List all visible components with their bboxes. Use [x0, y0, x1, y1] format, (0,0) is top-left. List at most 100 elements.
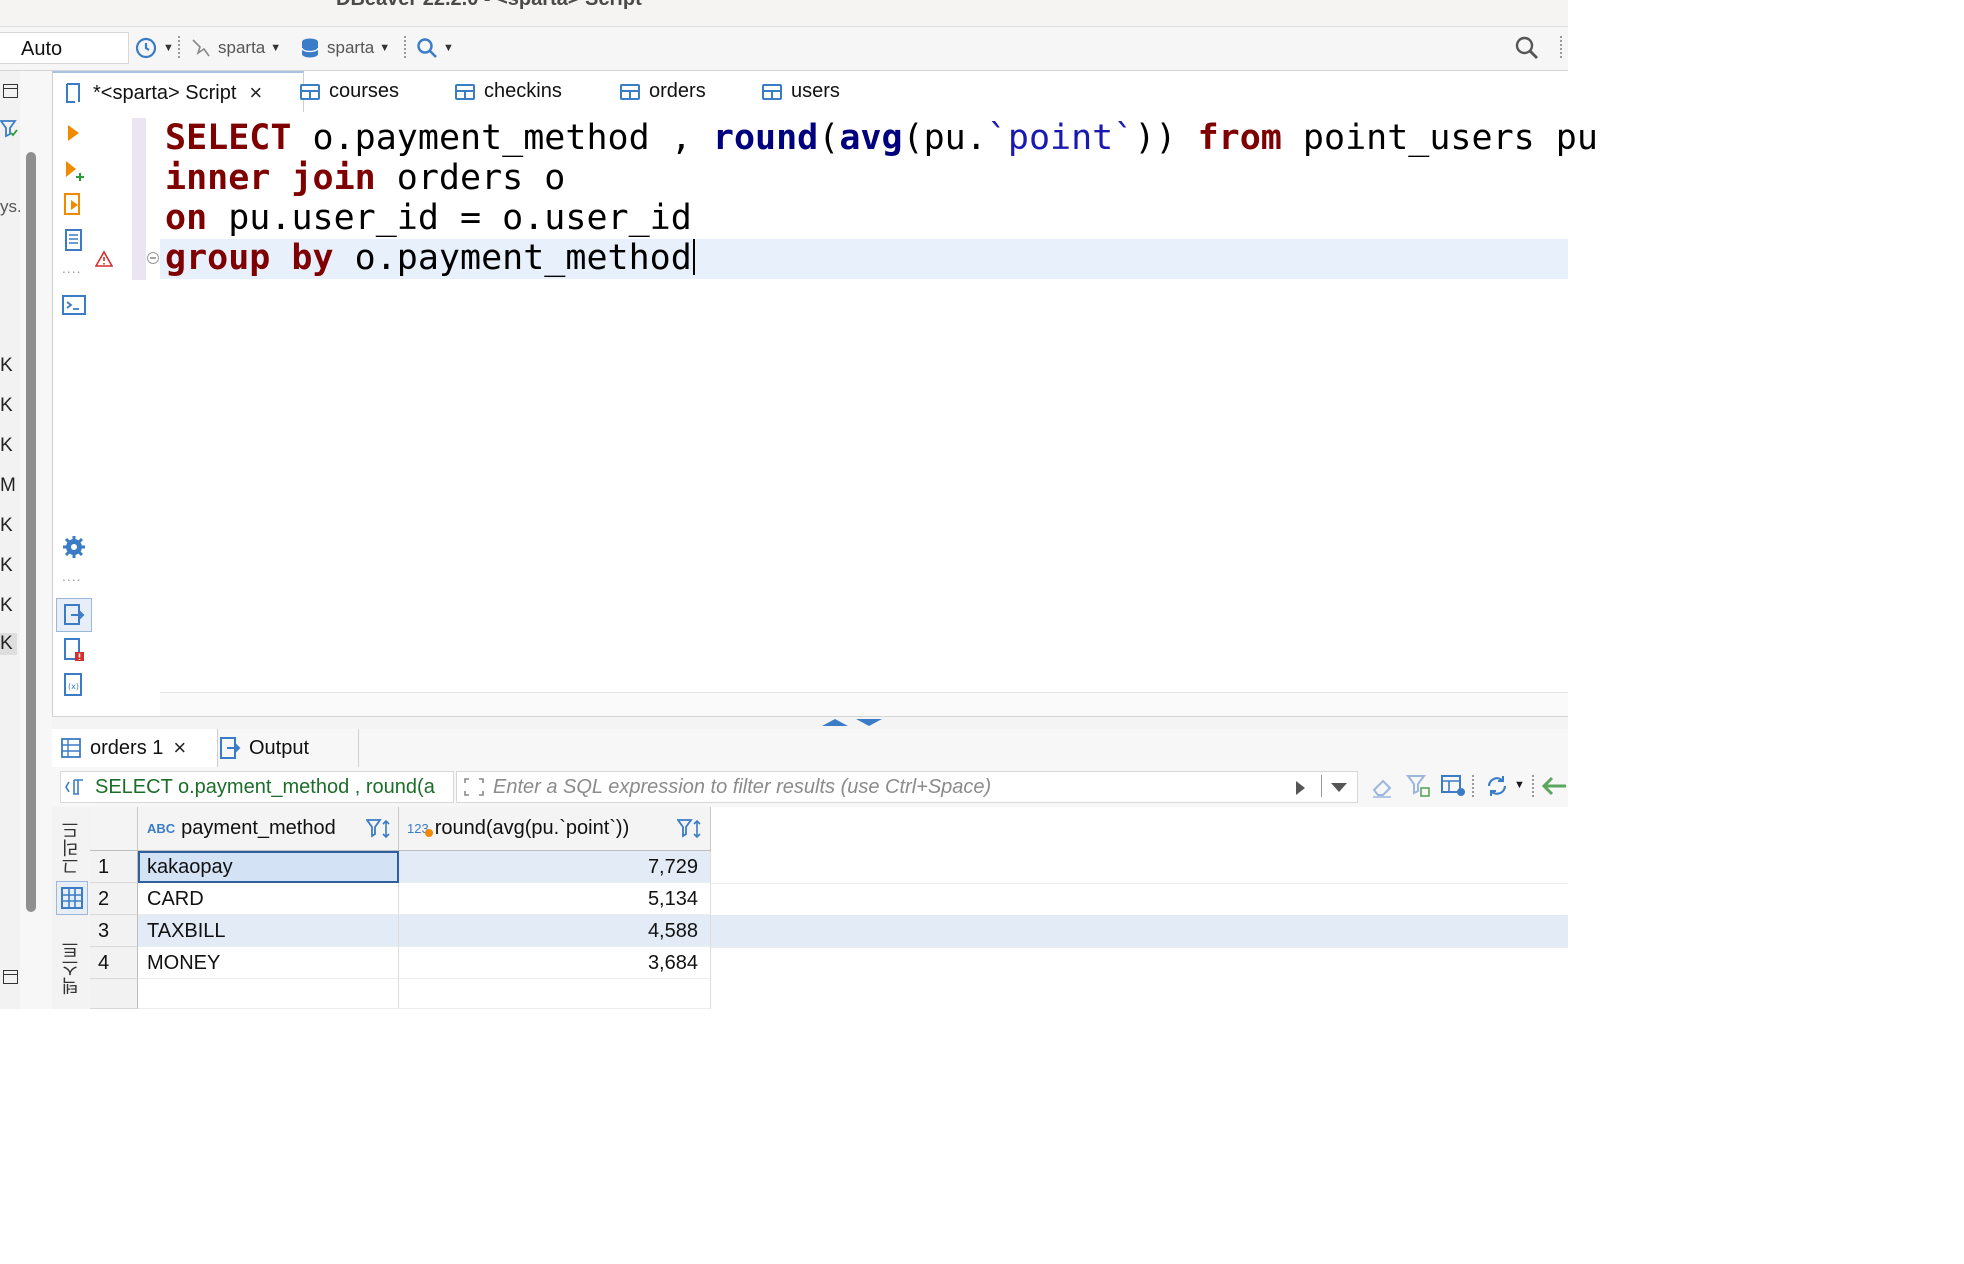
grid-view-toggle[interactable] [56, 881, 88, 915]
expand-icon[interactable] [463, 777, 485, 797]
number-type-badge: 123 [407, 821, 433, 837]
output-icon [220, 737, 241, 759]
view-tab-grid[interactable]: 그리드 [58, 821, 84, 875]
maximize-editor-icon[interactable] [822, 719, 848, 726]
datasource-selector[interactable]: sparta ▼ [190, 34, 281, 62]
toolbar-separator [178, 36, 182, 58]
sql-function: avg [839, 118, 903, 158]
sql-keyword: on [165, 198, 208, 238]
close-icon[interactable]: × [249, 80, 262, 106]
filter-separator [1321, 775, 1322, 797]
column-filter-sort-icon[interactable] [677, 817, 705, 841]
execute-script-icon[interactable] [62, 192, 86, 218]
show-results-toggle[interactable] [56, 598, 92, 632]
row-number[interactable]: 3 [90, 915, 138, 947]
table-icon [620, 83, 640, 100]
variables-icon[interactable]: (x) [62, 672, 86, 698]
row-number[interactable]: 4 [90, 947, 138, 979]
cell-payment-method[interactable]: TAXBILL [138, 915, 399, 947]
column-filter-sort-icon[interactable] [366, 817, 394, 841]
tab-orders[interactable]: orders [620, 71, 706, 112]
column-name: payment_method [181, 817, 336, 839]
fold-collapse-icon[interactable] [146, 251, 160, 265]
query-preview[interactable]: SELECT o.payment_method , round(a [60, 771, 454, 803]
sql-text: o.payment_method , [291, 118, 713, 158]
view-tab-text[interactable]: 텍스트 [58, 941, 84, 995]
tab-output[interactable]: Output [218, 729, 359, 767]
tab-sparta-script[interactable]: *<sparta> Script × [52, 71, 304, 113]
row-number[interactable]: 2 [90, 883, 138, 915]
navigator-item-letter[interactable]: K [0, 355, 13, 377]
navigator-item-letter[interactable]: K [0, 395, 13, 417]
minimize-icon[interactable] [3, 84, 18, 98]
sql-line-3[interactable]: on pu.user_id = o.user_id [165, 198, 692, 238]
empty-cell [399, 979, 711, 1009]
toolbar-separator [1472, 775, 1476, 797]
row-number-empty [90, 979, 138, 1009]
cell-payment-method[interactable]: CARD [138, 883, 399, 915]
sql-line-4[interactable]: group by o.payment_method [165, 238, 695, 278]
tab-checkins[interactable]: checkins [455, 71, 562, 112]
navigator-item-letter[interactable]: K [0, 435, 13, 457]
search-button[interactable]: ▼ [416, 34, 454, 62]
gear-icon[interactable] [62, 535, 86, 559]
cell-round-avg-point[interactable]: 4,588 [399, 915, 711, 947]
sql-keyword: from [1197, 118, 1282, 158]
execute-statement-icon[interactable] [62, 122, 84, 144]
navigator-item-letter[interactable]: K [0, 595, 13, 617]
panels-icon[interactable] [1440, 773, 1468, 799]
sql-line-2[interactable]: inner join orders o [165, 158, 565, 198]
schema-selector[interactable]: sparta ▼ [300, 34, 390, 62]
column-header-payment-method[interactable]: ABC payment_method [138, 807, 399, 851]
cell-round-avg-point[interactable]: 5,134 [399, 883, 711, 915]
editor-horizontal-scrollbar[interactable] [160, 692, 1568, 717]
tab-users[interactable]: users [762, 71, 840, 112]
navigator-item-letter[interactable]: K [0, 515, 13, 537]
navigator-item-letter[interactable]: K [0, 633, 17, 655]
tab-label: Output [249, 736, 310, 759]
execute-new-tab-icon[interactable] [62, 158, 86, 182]
history-button[interactable]: ▼ [134, 34, 174, 62]
filter-icon[interactable] [0, 119, 20, 139]
cell-round-avg-point[interactable]: 3,684 [399, 947, 711, 979]
toolbar-separator [1560, 36, 1564, 58]
tab-courses[interactable]: courses [300, 71, 399, 112]
sql-text: orders o [375, 158, 566, 198]
navigator-scrollbar[interactable] [26, 152, 36, 912]
more-actions-dots[interactable]: .... [62, 568, 82, 584]
cell-payment-method[interactable]: kakaopay [138, 851, 399, 883]
problems-icon[interactable] [62, 637, 86, 663]
refresh-icon[interactable] [1484, 773, 1510, 799]
navigator-item-letter[interactable]: K [0, 555, 13, 577]
chevron-down-icon[interactable]: ▼ [1514, 779, 1525, 791]
column-header-round-avg-point[interactable]: 123 round(avg(pu.`point`)) [399, 807, 711, 851]
terminal-icon[interactable] [62, 294, 86, 316]
row-number[interactable]: 1 [90, 851, 138, 883]
close-icon[interactable]: × [173, 735, 186, 761]
script-file-icon[interactable] [62, 228, 86, 254]
tab-orders-1[interactable]: orders 1 × [52, 729, 218, 767]
navigator-item-letter[interactable]: M [0, 475, 16, 497]
filter-history-dropdown-icon[interactable] [1329, 779, 1349, 795]
filter-input[interactable]: Enter a SQL expression to filter results… [456, 771, 1358, 803]
more-actions-dots[interactable]: .... [62, 260, 82, 276]
chevron-down-icon: ▼ [270, 42, 282, 54]
datasource-label: sparta [218, 38, 266, 57]
back-arrow-icon[interactable] [1542, 775, 1568, 797]
eraser-icon[interactable] [1370, 775, 1394, 799]
global-search-button[interactable] [1514, 34, 1540, 62]
chevron-down-icon: ▼ [443, 42, 454, 54]
sql-text: o.payment_method [333, 238, 692, 278]
cell-round-avg-point[interactable]: 7,729 [399, 851, 711, 883]
sql-line-1[interactable]: SELECT o.payment_method , round(avg(pu.`… [165, 118, 1598, 158]
cell-payment-method[interactable]: MONEY [138, 947, 399, 979]
sql-text: ( [818, 118, 840, 158]
warning-icon [95, 250, 113, 267]
apply-filter-icon[interactable] [1293, 779, 1307, 797]
maximize-results-icon[interactable] [856, 719, 882, 726]
filter-settings-icon[interactable] [1406, 773, 1432, 799]
minimize-icon[interactable] [3, 970, 18, 984]
transaction-mode-selector[interactable]: Auto [0, 32, 129, 64]
grid-corner[interactable] [90, 807, 138, 851]
tab-label: users [791, 80, 840, 102]
